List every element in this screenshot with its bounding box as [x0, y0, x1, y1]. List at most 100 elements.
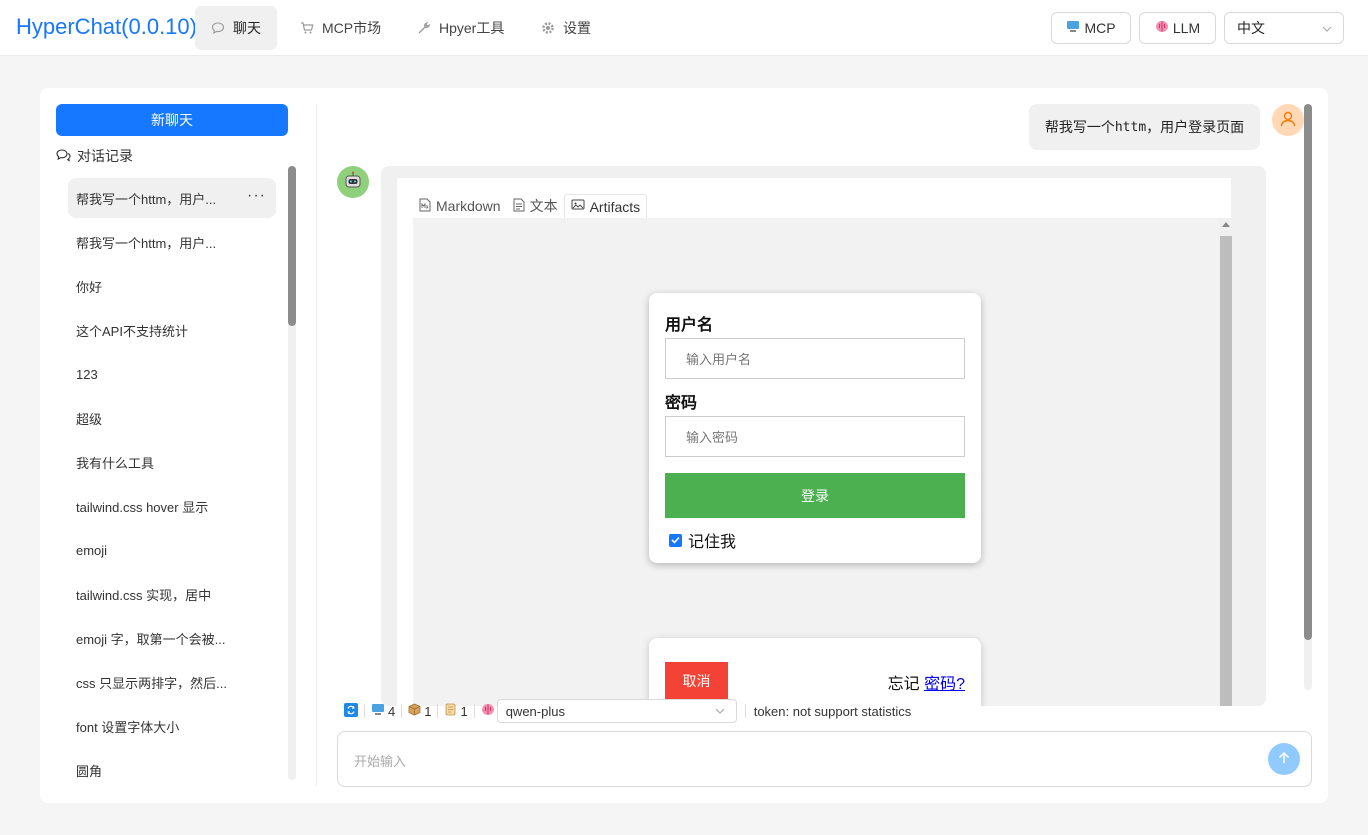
- password-input[interactable]: 输入密码: [665, 416, 965, 457]
- assistant-message: Markdown 文本 Artifacts 用户名 输入用户名 密码 输入密码: [381, 166, 1266, 706]
- nav-tab-mcp-market[interactable]: MCP市场: [284, 6, 397, 50]
- history-item[interactable]: 我有什么工具: [68, 440, 276, 484]
- assistant-message-content: Markdown 文本 Artifacts 用户名 输入用户名 密码 输入密码: [397, 178, 1233, 706]
- language-select[interactable]: 中文: [1224, 12, 1344, 44]
- llm-button[interactable]: LLM: [1139, 12, 1216, 44]
- message-input[interactable]: 开始输入: [337, 731, 1312, 787]
- history-item[interactable]: emoji: [68, 528, 276, 572]
- prompts-count[interactable]: 1: [438, 703, 473, 719]
- message-input-placeholder: 开始输入: [354, 754, 407, 769]
- tab-markdown[interactable]: Markdown: [413, 194, 507, 218]
- brain-icon: [1155, 20, 1169, 36]
- computer-icon: [1066, 20, 1080, 36]
- mcp-count-value: 4: [388, 703, 396, 719]
- scrollbar-thumb[interactable]: [1220, 236, 1232, 706]
- gear-icon: [541, 21, 555, 35]
- history-item[interactable]: css 只显示两排字，然后...: [68, 660, 276, 704]
- history-item[interactable]: 帮我写一个httm，用户... ···: [68, 178, 276, 218]
- history-item[interactable]: font 设置字体大小: [68, 704, 276, 748]
- history-item-label: emoji 字，取第一个会被...: [76, 631, 226, 647]
- history-item-label: tailwind.css 实现，居中: [76, 587, 212, 603]
- nav-tab-label: 聊天: [233, 20, 261, 36]
- history-item[interactable]: 圆角: [68, 748, 276, 792]
- arrow-up-icon: [1277, 751, 1291, 768]
- scroll-icon: [444, 703, 457, 719]
- model-value: qwen-plus: [505, 703, 565, 719]
- username-input[interactable]: 输入用户名: [665, 338, 965, 379]
- history-list: 帮我写一个httm，用户... ··· 帮我写一个httm，用户... 你好 这…: [68, 176, 276, 792]
- refresh-icon: [344, 702, 358, 720]
- history-item[interactable]: 这个API不支持统计: [68, 308, 276, 352]
- remember-me-checkbox[interactable]: [669, 533, 682, 547]
- nav-tab-chat[interactable]: 聊天: [195, 6, 277, 50]
- history-item-label: tailwind.css hover 显示: [76, 499, 209, 515]
- chevron-down-icon: [1321, 22, 1333, 38]
- nav-tab-settings[interactable]: 设置: [525, 6, 607, 50]
- tab-artifacts[interactable]: Artifacts: [563, 194, 648, 218]
- user-message: 帮我写一个 httm ，用户登录页面: [1029, 104, 1260, 150]
- forgot-prefix: 忘记: [887, 676, 920, 693]
- refresh-button[interactable]: [338, 702, 364, 720]
- send-button[interactable]: [1268, 743, 1300, 775]
- history-item-label: emoji: [76, 542, 108, 558]
- top-bar: HyperChat(0.0.10) 聊天 MCP市场 Hpyer工具 设置 MC…: [0, 0, 1368, 56]
- chat-scrollbar[interactable]: [1304, 104, 1312, 690]
- history-item-label: 123: [76, 366, 98, 382]
- chat-bubble-icon: [211, 21, 225, 35]
- tab-text[interactable]: 文本: [507, 194, 564, 218]
- robot-icon: [342, 170, 364, 195]
- mcp-button[interactable]: MCP: [1051, 12, 1131, 44]
- scrollbar-thumb[interactable]: [1304, 104, 1312, 640]
- tool-icon: [417, 21, 431, 35]
- remember-me-label: 记住我: [688, 534, 737, 551]
- history-item[interactable]: 超级: [68, 396, 276, 440]
- chat-toolbar: 4 1 1 qwen-plus token: not support stati…: [338, 698, 917, 724]
- history-item-label: 你好: [76, 279, 103, 295]
- password-label: 密码: [665, 395, 698, 412]
- token-info: token: not support statistics: [746, 704, 918, 719]
- mcp-button-label: MCP: [1084, 20, 1116, 36]
- mcp-count[interactable]: 4: [365, 703, 401, 719]
- login-form: 用户名 输入用户名 密码 输入密码 登录 记住我: [649, 293, 981, 563]
- more-options-icon[interactable]: ···: [247, 187, 266, 205]
- history-item-label: 帮我写一个httm，用户...: [76, 191, 217, 207]
- token-text: token: not support statistics: [753, 703, 912, 719]
- forgot-password-link[interactable]: 密码?: [924, 676, 965, 693]
- user-icon: [1279, 110, 1297, 131]
- history-item-label: css 只显示两排字，然后...: [76, 675, 227, 691]
- package-icon: [408, 703, 421, 719]
- nav-tab-label: MCP市场: [322, 20, 382, 36]
- prompts-count-value: 1: [460, 703, 468, 719]
- artifact-scrollbar[interactable]: [1219, 218, 1233, 706]
- model-select[interactable]: qwen-plus: [496, 699, 737, 723]
- history-item[interactable]: emoji 字，取第一个会被...: [68, 616, 276, 660]
- history-item[interactable]: tailwind.css 实现，居中: [68, 572, 276, 616]
- new-chat-button[interactable]: 新聊天: [56, 104, 288, 136]
- user-message-code: httm: [1114, 119, 1147, 135]
- artifact-preview: 用户名 输入用户名 密码 输入密码 登录 记住我 取消 忘记 密码?: [413, 218, 1233, 706]
- artifacts-icon: [571, 199, 585, 215]
- chat-history-icon: [56, 148, 71, 165]
- history-item[interactable]: tailwind.css hover 显示: [68, 484, 276, 528]
- text-file-icon: [513, 198, 525, 215]
- cancel-button[interactable]: 取消: [665, 662, 728, 700]
- tools-count[interactable]: 1: [402, 703, 437, 719]
- history-item[interactable]: 123: [68, 352, 276, 396]
- computer-icon: [371, 703, 385, 719]
- scrollbar-thumb[interactable]: [288, 166, 296, 326]
- login-button[interactable]: 登录: [665, 473, 965, 518]
- history-header: 对话记录: [56, 146, 133, 166]
- bot-avatar: [337, 166, 369, 198]
- history-item[interactable]: 你好: [68, 264, 276, 308]
- sidebar-divider: [316, 104, 317, 786]
- history-item[interactable]: 帮我写一个httm，用户...: [68, 220, 276, 264]
- scroll-up-arrow-icon[interactable]: [1222, 222, 1230, 227]
- nav-tab-hyper-tools[interactable]: Hpyer工具: [401, 6, 520, 50]
- view-tabs: Markdown 文本 Artifacts: [413, 194, 648, 218]
- history-item-label: 我有什么工具: [76, 455, 155, 471]
- nav-tab-label: 设置: [563, 20, 591, 36]
- username-label: 用户名: [665, 317, 714, 334]
- app-title: HyperChat(0.0.10): [16, 14, 197, 39]
- history-item-label: font 设置字体大小: [76, 719, 180, 735]
- history-scrollbar[interactable]: [288, 166, 296, 780]
